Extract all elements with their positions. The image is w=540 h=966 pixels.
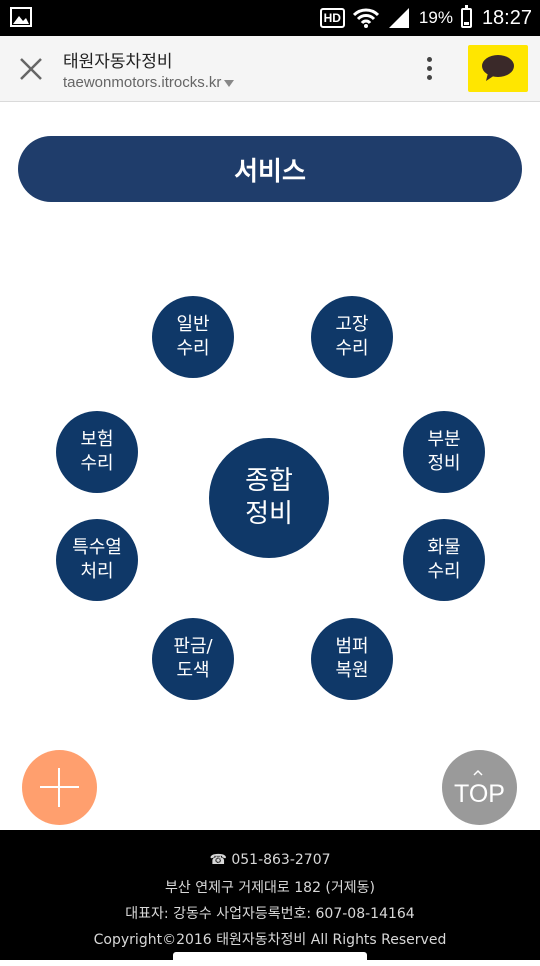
service-label-line2: 정비 [427, 453, 461, 474]
service-label-line1: 고장 [335, 314, 369, 335]
service-label-line2: 복원 [335, 660, 369, 681]
service-label-line1: 일반 [176, 314, 210, 335]
service-label-line1: 판금/ [173, 636, 213, 657]
footer: ☎ 051-863-2707 부산 연제구 거제대로 182 (거제동) 대표자… [0, 830, 540, 966]
plus-icon[interactable] [22, 750, 97, 825]
service-label-line1: 범퍼 [335, 636, 369, 657]
service-bumper-restore[interactable]: 범퍼복원 [311, 618, 393, 700]
service-insurance-repair[interactable]: 보험수리 [56, 411, 138, 493]
service-label-line2: 처리 [80, 561, 114, 582]
service-label-line1: 종합 [245, 466, 293, 496]
battery-icon [460, 5, 472, 28]
scroll-top-button[interactable]: TOP [442, 750, 517, 825]
service-general-maintenance[interactable]: 종합 정비 [209, 438, 329, 558]
service-label-line2: 수리 [80, 453, 114, 474]
wifi-icon [352, 8, 379, 28]
service-label-line1: 특수열 [72, 537, 122, 558]
service-body-paint[interactable]: 판금/도색 [152, 618, 234, 700]
service-label-line2: 수리 [176, 338, 210, 359]
service-label-line2: 수리 [427, 561, 461, 582]
service-label-line1: 보험 [80, 429, 114, 450]
service-section-header: 서비스 [18, 136, 522, 202]
clock: 18:27 [481, 6, 532, 29]
chevron-up-icon [473, 769, 483, 776]
chat-bubble-icon [482, 55, 514, 81]
gallery-icon [10, 7, 32, 27]
url-text: taewonmotors.itrocks.kr [63, 74, 222, 91]
battery-percent: 19% [418, 8, 453, 27]
top-label: TOP [454, 780, 505, 808]
service-cargo-repair[interactable]: 화물수리 [403, 519, 485, 601]
url-bar[interactable]: taewonmotors.itrocks.kr [63, 74, 235, 91]
service-label-line1: 부분 [427, 429, 461, 450]
more-menu-icon[interactable] [420, 54, 438, 84]
footer-phone[interactable]: ☎ 051-863-2707 [0, 852, 540, 868]
battery-level [463, 22, 469, 25]
footer-copyright: Copyright©2016 태원자동차정비 All Rights Reserv… [93, 932, 447, 948]
browser-bar: 태원자동차정비 taewonmotors.itrocks.kr [0, 36, 540, 102]
signal-icon [388, 8, 409, 28]
footer-owner: 대표자: 강동수 사업자등록번호: 607-08-14164 [125, 906, 415, 922]
service-special-heat-treatment[interactable]: 특수열처리 [56, 519, 138, 601]
status-bar: HD 19% 18:27 [0, 0, 540, 36]
service-label-line2: 정비 [245, 499, 293, 529]
service-label-line2: 도색 [176, 660, 210, 681]
page-title: 태원자동차정비 [63, 52, 173, 72]
hd-badge: HD [319, 8, 345, 28]
kakao-share-button[interactable] [468, 45, 528, 92]
service-partial-maintenance[interactable]: 부분정비 [403, 411, 485, 493]
service-label-line1: 화물 [427, 537, 461, 558]
footer-badge[interactable] [173, 952, 367, 966]
close-icon[interactable] [14, 52, 48, 86]
chevron-down-icon[interactable] [224, 79, 235, 87]
service-label-line2: 수리 [335, 338, 369, 359]
section-title: 서비스 [234, 156, 306, 187]
footer-address: 부산 연제구 거제대로 182 (거제동) [164, 880, 375, 896]
service-fault-repair[interactable]: 고장수리 [311, 296, 393, 378]
service-general-repair[interactable]: 일반수리 [152, 296, 234, 378]
